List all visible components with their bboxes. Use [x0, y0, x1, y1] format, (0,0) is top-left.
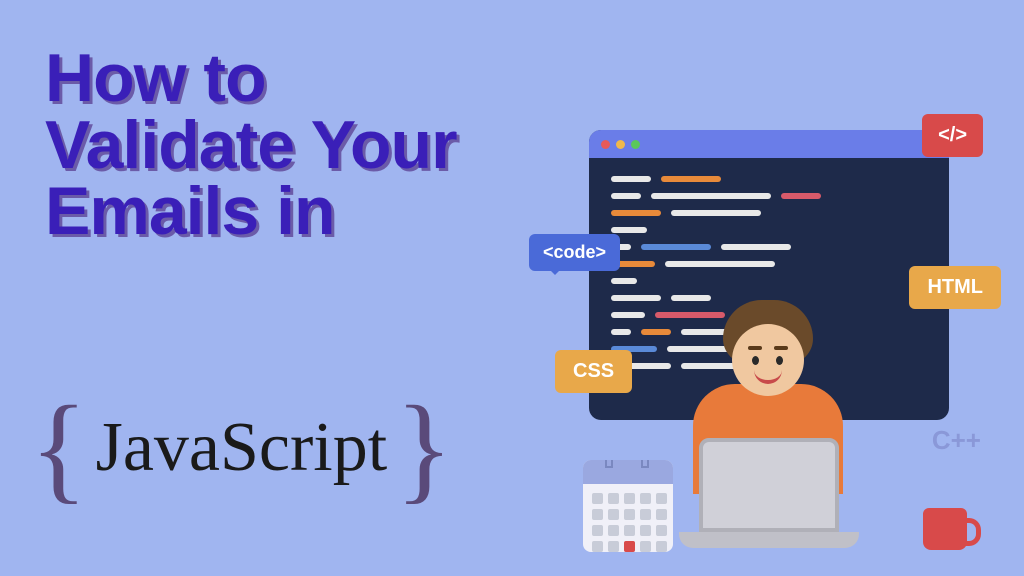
laptop-icon [679, 438, 859, 552]
javascript-line: { JavaScript } [30, 400, 453, 496]
html-tag-label: HTML [909, 266, 1001, 309]
close-dot-icon [601, 140, 610, 149]
editor-titlebar [589, 130, 949, 158]
illustration: <code> </> HTML CSS C++ [519, 130, 989, 560]
maximize-dot-icon [631, 140, 640, 149]
cpp-label: C++ [932, 425, 981, 456]
calendar-icon [583, 460, 673, 552]
minimize-dot-icon [616, 140, 625, 149]
slash-tag-label: </> [922, 114, 983, 157]
coffee-mug-icon [923, 508, 967, 550]
headline-text: How to Validate Your Emails in [45, 45, 485, 245]
javascript-label: JavaScript [96, 408, 388, 488]
title-block: How to Validate Your Emails in [45, 45, 485, 245]
brace-left-icon: { [30, 400, 88, 496]
css-tag-label: CSS [555, 350, 632, 393]
brace-right-icon: } [395, 400, 453, 496]
code-tag-label: <code> [529, 234, 620, 271]
